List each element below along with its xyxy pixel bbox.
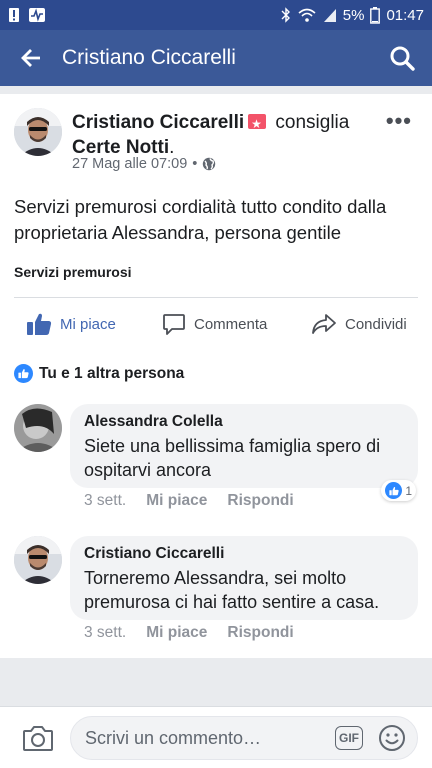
comment-composer: Scrivi un commento… GIF — [0, 706, 432, 768]
comment-input[interactable]: Scrivi un commento… GIF — [70, 716, 418, 760]
comment-reply-button[interactable]: Rispondi — [227, 492, 293, 510]
page-link[interactable]: Certe Notti — [72, 137, 169, 158]
post-verb: consiglia — [275, 112, 350, 133]
globe-icon — [203, 157, 216, 171]
gif-button[interactable]: GIF — [335, 726, 363, 750]
comment-text: Torneremo Alessandra, sei molto premuros… — [84, 568, 380, 612]
more-options-button[interactable]: ••• — [386, 108, 412, 134]
share-button[interactable]: Condividi — [311, 313, 407, 335]
activity-icon — [29, 8, 45, 22]
feed-divider — [0, 86, 432, 94]
post-title-line: Cristiano Ciccarelli consiglia Certe Not… — [72, 110, 382, 160]
commenter-avatar[interactable] — [14, 536, 62, 584]
comment-bubble[interactable]: Cristiano Ciccarelli Torneremo Alessandr… — [70, 536, 418, 620]
comment-meta: 3 sett. Mi piace Rispondi — [84, 492, 294, 510]
reactions-summary[interactable]: Tu e 1 altra persona — [14, 364, 184, 383]
commenter-avatar[interactable] — [14, 404, 62, 452]
reactions-text: Tu e 1 altra persona — [39, 364, 185, 382]
search-icon — [390, 46, 415, 71]
alert-icon — [9, 8, 19, 22]
status-bar: 5% 01:47 — [0, 0, 432, 30]
post-author[interactable]: Cristiano Ciccarelli — [72, 112, 244, 133]
recommend-badge-icon — [248, 112, 267, 137]
avatar-image — [14, 404, 62, 452]
post-timestamp[interactable]: 27 Mag alle 07:09 — [72, 156, 187, 172]
post-meta: 27 Mag alle 07:09 • — [72, 156, 216, 172]
comment-text: Siete una bellissima famiglia spero di o… — [84, 436, 381, 480]
comment-meta: 3 sett. Mi piace Rispondi — [84, 624, 294, 642]
search-button[interactable] — [372, 30, 432, 86]
share-label: Condividi — [345, 315, 407, 333]
comment-icon — [163, 314, 185, 335]
empty-area — [0, 658, 432, 706]
like-reaction-icon — [14, 364, 33, 383]
comment-author[interactable]: Alessandra Colella — [84, 412, 404, 432]
like-label: Mi piace — [60, 315, 116, 333]
page-title: Cristiano Ciccarelli — [62, 46, 236, 69]
bluetooth-icon — [281, 7, 290, 23]
comment-time: 3 sett. — [84, 492, 127, 509]
share-icon — [312, 314, 336, 334]
post-body: Servizi premurosi cordialità tutto condi… — [14, 196, 387, 243]
comment-like-button[interactable]: Mi piace — [146, 492, 207, 510]
post-actions: Mi piace Commenta Condividi — [0, 298, 432, 350]
post-card: Cristiano Ciccarelli consiglia Certe Not… — [0, 94, 432, 658]
back-button[interactable] — [0, 30, 62, 86]
emoji-button[interactable] — [377, 723, 407, 753]
comment-reply-button[interactable]: Rispondi — [227, 624, 293, 642]
thumbs-up-icon — [27, 313, 52, 335]
like-reaction-icon — [385, 482, 403, 499]
camera-button[interactable] — [22, 723, 54, 753]
avatar-image — [14, 108, 62, 156]
clock: 01:47 — [386, 6, 424, 24]
meta-dot: • — [192, 156, 198, 172]
page-suffix: . — [169, 137, 175, 158]
comment-bubble[interactable]: Alessandra Colella Siete una bellissima … — [70, 404, 418, 488]
like-button[interactable]: Mi piace — [26, 312, 116, 336]
author-avatar[interactable] — [14, 108, 62, 156]
comment-like-button[interactable]: Mi piace — [146, 624, 207, 642]
comment-author[interactable]: Cristiano Ciccarelli — [84, 544, 404, 564]
post-tag[interactable]: Servizi premurosi — [14, 264, 132, 280]
comment-like-count[interactable]: 1 — [381, 480, 416, 501]
camera-icon — [23, 726, 53, 751]
like-count: 1 — [405, 483, 412, 498]
comment-time: 3 sett. — [84, 624, 127, 641]
wifi-icon — [298, 8, 316, 22]
arrow-left-icon — [21, 49, 40, 67]
avatar-image — [14, 536, 62, 584]
emoji-icon — [379, 725, 405, 751]
battery-icon — [370, 6, 381, 24]
app-bar: Cristiano Ciccarelli — [0, 30, 432, 86]
comment-placeholder: Scrivi un commento… — [85, 728, 262, 748]
battery-text: 5% — [342, 6, 365, 24]
comment-label: Commenta — [194, 315, 268, 333]
signal-icon — [323, 9, 336, 22]
